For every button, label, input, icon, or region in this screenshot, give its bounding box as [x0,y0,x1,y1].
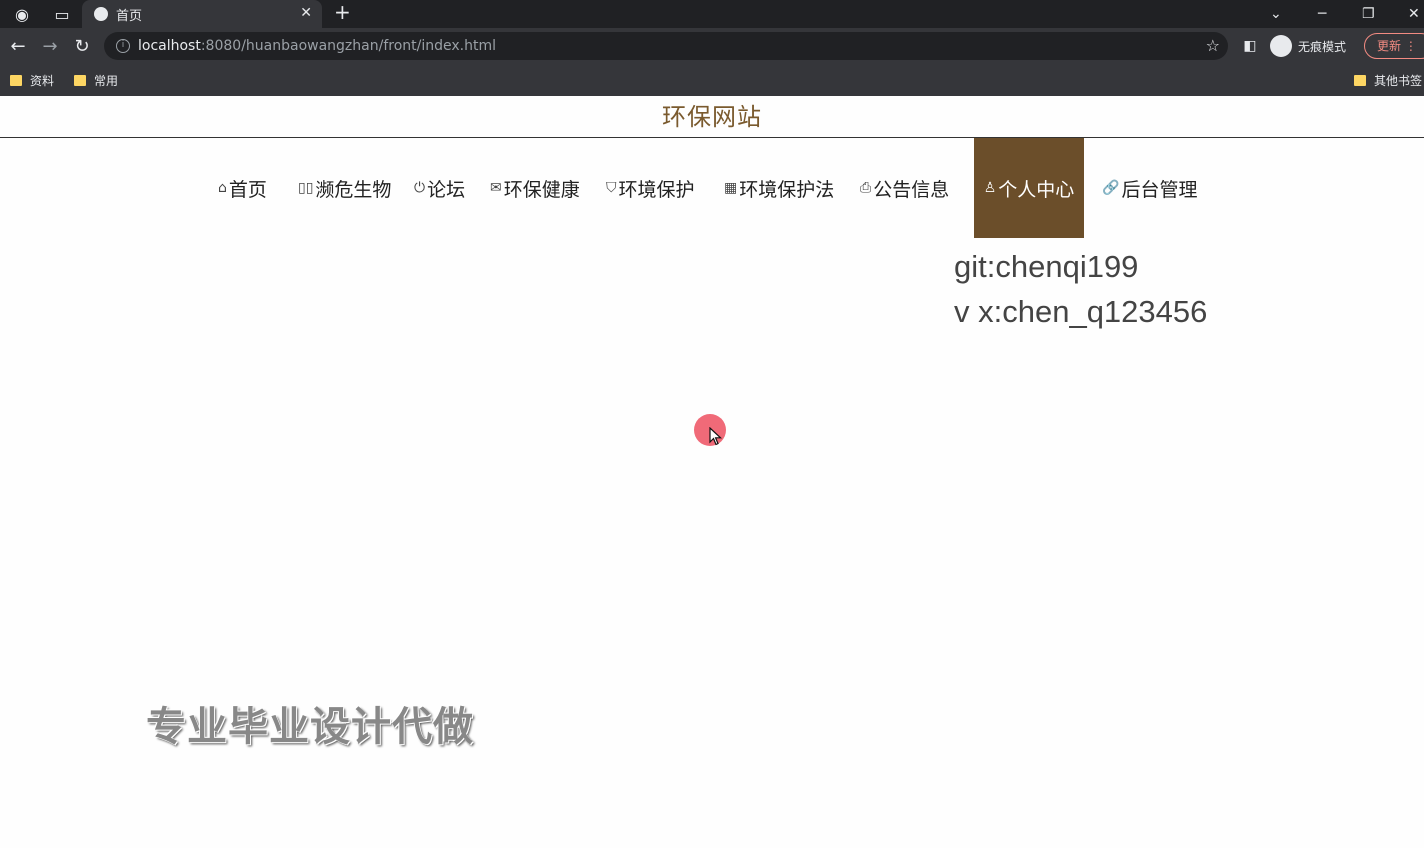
nav-announcements[interactable]: ⎙ 公告信息 [860,138,949,238]
bookmark-label: 其他书签 [1374,73,1423,88]
bookmark-label: 常用 [94,73,119,88]
bookmark-folder-changyong[interactable]: 常用 [74,71,118,89]
tab-title: 首页 [116,8,143,24]
site-header: 环保网站 [0,96,1424,138]
minimize-icon[interactable]: ─ [1318,0,1326,28]
bookmark-star-icon[interactable]: ☆ [1206,36,1220,55]
new-tab-button[interactable]: + [334,0,351,24]
url-host: localhost [138,38,201,54]
promo-watermark: 专业毕业设计代做 [146,704,474,750]
nav-label: 环保健康 [503,178,580,201]
forward-icon[interactable]: → [38,34,62,58]
site-title: 环保网站 [662,103,762,131]
nav-forum[interactable]: ⏻ 论坛 [414,138,465,238]
user-icon: ♙ [983,180,997,196]
link-icon: 🔗 [1102,180,1120,196]
nav-endangered-species[interactable]: ▯▯ 濒危生物 [298,138,391,238]
window-close-icon[interactable]: ✕ [1408,0,1420,28]
nav-label: 公告信息 [873,178,950,201]
nav-home[interactable]: ⌂ 首页 [218,138,267,238]
nav-eco-health[interactable]: ✉ 环保健康 [490,138,580,238]
update-label: 更新 [1377,39,1402,53]
columns-icon: ▯▯ [298,180,314,196]
restore-icon[interactable]: ❐ [1362,0,1375,28]
url-path: :8080/huanbaowangzhan/front/index.html [200,38,496,54]
contact-watermark: git:chenqi199 v x:chen_q123456 [954,244,1207,334]
nav-environment-law[interactable]: ▦ 环境保护法 [724,138,834,238]
nav-label: 论坛 [427,178,466,201]
grid-icon: ▦ [724,180,738,196]
mouse-pointer-icon [709,427,723,446]
nav-environment-protection[interactable]: ⛉ 环境保护 [606,138,695,238]
reload-icon[interactable]: ↻ [70,34,94,58]
nav-label: 环境保护 [618,178,695,201]
nav-label: 后台管理 [1121,178,1198,201]
incognito-label: 无痕模式 [1298,39,1347,54]
site-info-icon[interactable]: i [116,39,130,53]
wechat-line: v x:chen_q123456 [954,294,1208,329]
folder-icon [1354,74,1366,86]
incognito-icon [1270,35,1292,57]
browser-tab-bar: ◉ ▭ 首页 ✕ + ⌄ ─ ❐ ✕ [0,0,1424,28]
tag-icon: ⛉ [606,180,617,196]
pinned-tab-globe-icon[interactable]: ◉ [2,0,42,28]
tab-close-icon[interactable]: ✕ [300,5,312,21]
nav-label: 首页 [228,178,267,201]
git-line: git:chenqi199 [954,249,1139,284]
browser-toolbar: ← → ↻ i localhost:8080/huanbaowangzhan/f… [0,28,1424,64]
mail-icon: ✉ [490,180,502,196]
folder-icon [10,74,22,86]
folder-icon [74,74,86,86]
nav-label: 个人中心 [998,178,1075,201]
bookmarks-bar: 资料 常用 其他书签 [0,64,1424,96]
main-nav: ⌂ 首页 ▯▯ 濒危生物 ⏻ 论坛 ✉ 环保健康 ⛉ 环境保护 ▦ 环境保护法 … [0,138,1424,238]
globe-icon [94,7,108,21]
incognito-indicator[interactable]: 无痕模式 [1270,34,1346,58]
pinned-tab-window-icon[interactable]: ▭ [42,0,82,28]
tab-search-icon[interactable]: ⌄ [1270,0,1282,28]
power-icon: ⏻ [414,180,426,196]
nav-label: 濒危生物 [315,178,392,201]
tab-home[interactable]: 首页 ✕ [82,0,322,28]
address-bar[interactable]: i localhost:8080/huanbaowangzhan/front/i… [104,32,1228,60]
back-icon[interactable]: ← [6,34,30,58]
side-panel-icon[interactable]: ◧ [1238,34,1262,58]
update-button[interactable]: 更新 ⋮ [1364,33,1424,59]
printer-icon: ⎙ [860,180,872,196]
nav-admin[interactable]: 🔗 后台管理 [1102,138,1197,238]
other-bookmarks[interactable]: 其他书签 [1354,71,1422,89]
nav-label: 环境保护法 [739,178,835,201]
nav-personal-center[interactable]: ♙ 个人中心 [974,138,1084,238]
home-icon: ⌂ [218,180,227,196]
bookmark-label: 资料 [30,73,55,88]
bookmark-folder-ziliao[interactable]: 资料 [10,71,54,89]
